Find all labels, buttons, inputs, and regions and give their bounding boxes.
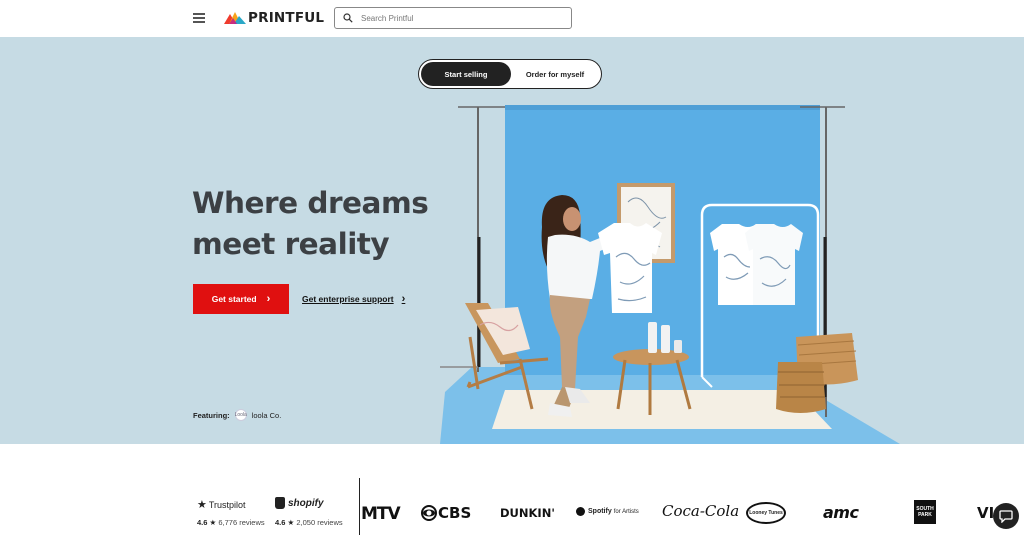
- enterprise-support-label: Get enterprise support: [302, 294, 394, 304]
- chat-bubble-icon: [999, 509, 1013, 523]
- get-started-label: Get started: [211, 294, 257, 304]
- start-selling-tab[interactable]: Start selling: [421, 62, 511, 86]
- featured-brand-avatar: Loola: [235, 409, 247, 421]
- chevron-right-icon: ›: [401, 293, 406, 305]
- enterprise-support-link[interactable]: Get enterprise support ›: [302, 293, 405, 305]
- printful-logo[interactable]: PRINTFUL: [224, 10, 324, 26]
- cbs-eye-icon: [421, 505, 437, 521]
- search-box[interactable]: [334, 7, 572, 29]
- logo-text: PRINTFUL: [248, 10, 325, 26]
- featured-brand-name[interactable]: loola Co.: [252, 411, 282, 420]
- looney-tunes-logo: Looney Tunes: [746, 502, 786, 524]
- spotify-for-artists-logo: Spotify for Artists: [576, 507, 639, 516]
- dunkin-logo: DUNKIN': [500, 506, 555, 520]
- hero-headline: Where dreams meet reality: [192, 183, 452, 265]
- shopify-logo[interactable]: shopify: [275, 497, 324, 509]
- coca-cola-logo: Coca-Cola: [662, 502, 740, 520]
- divider: [359, 478, 360, 535]
- featuring-label: Featuring:: [193, 410, 230, 420]
- order-for-myself-tab[interactable]: Order for myself: [511, 62, 599, 86]
- cbs-logo: CBS: [421, 504, 471, 522]
- search-input[interactable]: [361, 13, 551, 23]
- spotify-icon: [576, 507, 585, 516]
- amc-logo: amc: [823, 503, 859, 522]
- shopify-rating: 4.6 ★ 2,050 reviews: [275, 518, 343, 527]
- south-park-logo: SOUTH PARK: [914, 500, 936, 524]
- get-started-button[interactable]: Get started ›: [193, 284, 289, 314]
- shopping-bag-icon: [275, 497, 285, 509]
- headline-line-1: Where dreams: [192, 186, 429, 220]
- mtv-logo: MTV: [361, 504, 401, 524]
- printful-mountain-icon: [224, 12, 246, 24]
- trustpilot-logo[interactable]: ★ Trustpilot: [197, 498, 246, 511]
- search-icon: [343, 13, 353, 23]
- top-header: PRINTFUL: [0, 0, 1024, 37]
- headline-line-2: meet reality: [192, 227, 390, 261]
- star-icon: ★: [197, 499, 207, 511]
- trustpilot-rating: 4.6 ★ 6,776 reviews: [197, 518, 265, 527]
- audience-toggle[interactable]: Start selling Order for myself: [418, 59, 602, 89]
- hamburger-menu-icon[interactable]: [193, 13, 205, 23]
- hero-photo: [440, 105, 900, 444]
- hero-section: Start selling Order for myself Where dre…: [0, 37, 1024, 444]
- featuring-credit: Featuring: Loola loola Co.: [193, 409, 281, 421]
- trust-logo-strip: [0, 444, 1024, 535]
- chevron-right-icon: ›: [266, 293, 271, 305]
- chat-button[interactable]: [993, 503, 1019, 529]
- viacom-logo: VI: [977, 504, 995, 522]
